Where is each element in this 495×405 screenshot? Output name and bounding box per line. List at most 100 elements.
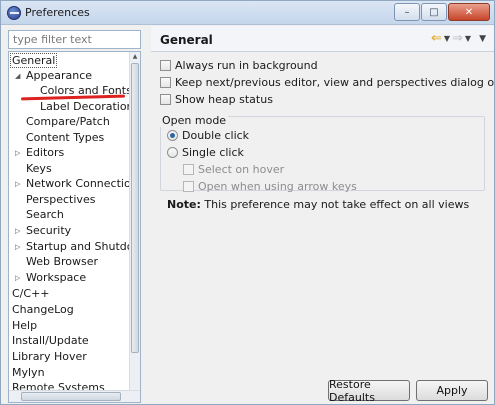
maximize-icon: □	[429, 6, 439, 18]
expand-icon[interactable]: ▷	[15, 149, 23, 157]
tree-item-c-cpp[interactable]: C/C++	[11, 286, 51, 301]
tree-item-label: Security	[26, 224, 72, 237]
button-label: Restore Defaults	[329, 377, 375, 404]
tree-item-label: Mylyn	[12, 366, 45, 379]
forward-arrow-icon[interactable]: ⇒	[452, 32, 463, 46]
note-message: This preference may not take effect on a…	[204, 198, 470, 211]
minimize-button[interactable]: –	[394, 3, 420, 21]
tree-item-library-hover[interactable]: Library Hover	[11, 349, 88, 364]
tree-item-label: Content Types	[26, 131, 105, 144]
back-arrow-icon[interactable]: ⇐	[431, 32, 442, 46]
tree-item-label: Keys	[26, 162, 52, 175]
window-title: Preferences	[25, 6, 90, 19]
tree-item-changelog[interactable]: ChangeLog	[11, 302, 75, 317]
page-header: General ⇐ ▼ ⇒ ▼ ▼	[151, 26, 494, 52]
tree-item-label: ChangeLog	[12, 303, 74, 316]
tree-item-keys[interactable]: Keys	[25, 161, 53, 176]
tree-item-label: Network Connections	[26, 177, 141, 190]
expand-icon[interactable]: ▷	[15, 180, 23, 188]
tree-item-help[interactable]: Help	[11, 318, 38, 333]
window-controls: – □ ✕	[393, 3, 490, 22]
keep-next-previous-checkbox[interactable]: Keep next/previous editor, view and pers…	[160, 75, 495, 89]
checkbox-label: Show heap status	[175, 92, 273, 106]
tree-item-label: Perspectives	[26, 193, 96, 206]
maximize-button[interactable]: □	[421, 3, 447, 21]
tree-item-security[interactable]: ▷ Security	[15, 223, 72, 238]
tree-item-web-browser[interactable]: Web Browser	[25, 254, 99, 269]
checkbox-label: Always run in background	[175, 58, 318, 72]
tree-item-network-connections[interactable]: ▷ Network Connections	[15, 176, 141, 191]
tree-item-label-decorations[interactable]: Label Decorations	[39, 99, 140, 114]
tree-item-label: Startup and Shutdown	[26, 240, 141, 253]
tree-item-label: Library Hover	[12, 350, 87, 363]
select-on-hover-checkbox: Select on hover	[183, 162, 284, 176]
checkbox-label: Open when using arrow keys	[198, 179, 357, 193]
expand-icon[interactable]: ▷	[15, 227, 23, 235]
preferences-tree[interactable]: General ◢ Appearance Colors and Fonts La…	[8, 51, 141, 403]
preference-page: General ⇐ ▼ ⇒ ▼ ▼ Always run in backgrou…	[151, 26, 494, 404]
tree-item-install-update[interactable]: Install/Update	[11, 333, 90, 348]
tree-item-label: Help	[12, 319, 38, 332]
forward-dropdown-icon[interactable]: ▼	[465, 32, 471, 46]
expand-icon[interactable]: ▷	[15, 274, 23, 282]
checkbox-box[interactable]	[160, 59, 171, 71]
checkbox-box	[183, 163, 194, 175]
note-label: Note:	[167, 198, 201, 211]
checkbox-box[interactable]	[160, 93, 171, 105]
tree-item-label: Workspace	[26, 271, 87, 284]
radio-unselected-icon[interactable]	[167, 146, 178, 158]
checkbox-box	[183, 180, 194, 192]
tree-item-search[interactable]: Search	[25, 207, 65, 222]
tree-item-label: Label Decorations	[40, 100, 140, 113]
tree-item-content-types[interactable]: Content Types	[25, 130, 105, 145]
checkbox-label: Keep next/previous editor, view and pers…	[175, 75, 495, 89]
tree-item-label: General	[9, 53, 58, 68]
scroll-up-icon[interactable]: ▲	[130, 52, 140, 62]
preferences-window: Preferences – □ ✕ General ◢ Appearance C…	[0, 0, 495, 405]
button-label: Apply	[436, 384, 468, 397]
close-button[interactable]: ✕	[448, 3, 490, 21]
tree-vertical-scrollbar[interactable]: ▲	[129, 52, 140, 390]
radio-label: Single click	[182, 145, 244, 159]
checkbox-label: Select on hover	[198, 162, 285, 176]
filter-input[interactable]	[8, 30, 141, 49]
double-click-radio[interactable]: Double click	[167, 128, 249, 142]
horizontal-scroll-thumb[interactable]	[21, 392, 121, 401]
apply-button[interactable]: Apply	[416, 380, 488, 401]
tree-item-label: C/C++	[12, 287, 50, 300]
expand-icon[interactable]: ▷	[15, 243, 23, 251]
tree-item-perspectives[interactable]: Perspectives	[25, 192, 96, 207]
tree-item-label: Appearance	[26, 69, 93, 82]
checkbox-box[interactable]	[160, 76, 171, 88]
tree-item-editors[interactable]: ▷ Editors	[15, 145, 65, 160]
radio-selected-icon[interactable]	[167, 129, 178, 141]
restore-defaults-button[interactable]: Restore Defaults	[328, 377, 410, 404]
tree-item-label: Install/Update	[12, 334, 89, 347]
tree-horizontal-scrollbar[interactable]	[9, 390, 140, 402]
close-icon: ✕	[464, 6, 474, 18]
open-mode-title: Open mode	[160, 114, 229, 127]
tree-item-startup-and-shutdown[interactable]: ▷ Startup and Shutdown	[15, 239, 141, 254]
page-navigation: ⇐ ▼ ⇒ ▼ ▼	[429, 32, 486, 46]
tree-item-compare-patch[interactable]: Compare/Patch	[25, 114, 111, 129]
single-click-radio[interactable]: Single click	[167, 145, 244, 159]
always-run-background-checkbox[interactable]: Always run in background	[160, 58, 318, 72]
vertical-scroll-thumb[interactable]	[131, 63, 139, 353]
minimize-icon: –	[404, 6, 410, 18]
show-heap-status-checkbox[interactable]: Show heap status	[160, 92, 273, 106]
tree-item-general[interactable]: General	[9, 53, 58, 68]
title-bar: Preferences – □ ✕	[1, 1, 494, 25]
note-text: Note: This preference may not take effec…	[167, 198, 469, 211]
tree-item-label: Search	[26, 208, 64, 221]
tree-item-appearance[interactable]: ◢ Appearance	[15, 68, 93, 83]
page-title: General	[160, 33, 213, 47]
back-dropdown-icon[interactable]: ▼	[444, 32, 450, 46]
radio-label: Double click	[182, 128, 250, 142]
tree-item-mylyn[interactable]: Mylyn	[11, 365, 46, 380]
tree-item-label: Web Browser	[26, 255, 99, 268]
tree-item-label: Compare/Patch	[26, 115, 110, 128]
collapse-icon[interactable]: ◢	[15, 72, 23, 80]
tree-item-label: Editors	[26, 146, 65, 159]
tree-item-workspace[interactable]: ▷ Workspace	[15, 270, 87, 285]
view-menu-icon[interactable]: ▼	[479, 32, 486, 46]
